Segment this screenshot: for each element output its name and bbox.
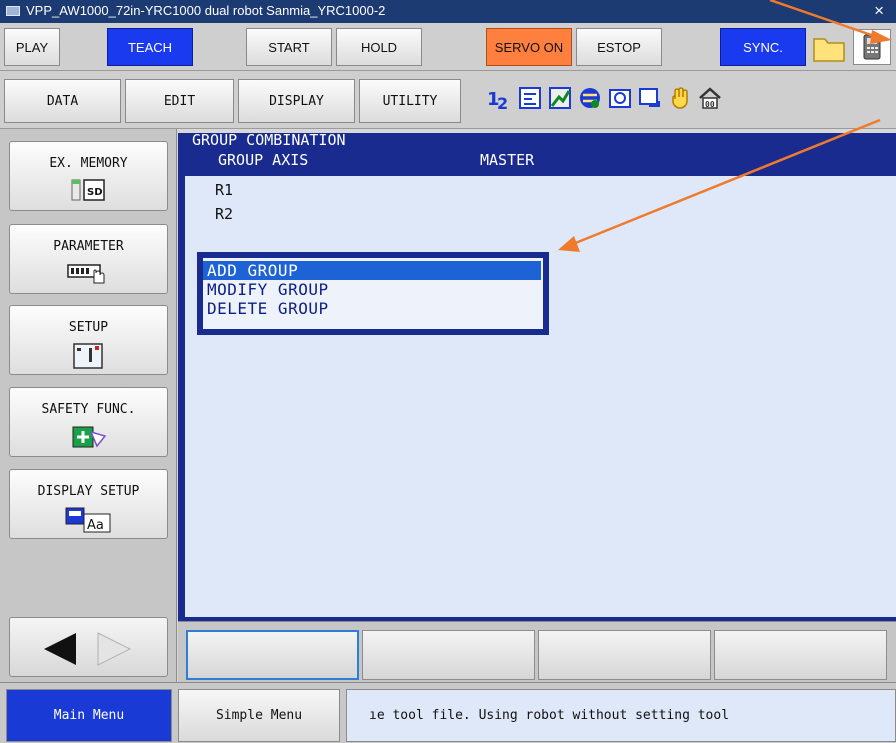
play-button[interactable]: PLAY (4, 28, 60, 66)
display-font-icon: Aa (64, 506, 114, 538)
display-setup-button[interactable]: DISPLAY SETUP Aa (9, 469, 168, 539)
servo-on-button[interactable]: SERVO ON (486, 28, 572, 66)
main-menu-button[interactable]: Main Menu (6, 689, 172, 742)
status-bar: Main Menu Simple Menu ıe tool file. Usin… (0, 682, 896, 743)
hand-icon[interactable] (666, 83, 694, 113)
function-key-2[interactable] (362, 630, 535, 680)
parameter-label: PARAMETER (53, 239, 124, 254)
column-header-group-axis: GROUP AXIS (218, 151, 309, 169)
svg-text:2: 2 (497, 94, 508, 112)
document-edit-icon[interactable] (516, 83, 544, 113)
close-icon[interactable]: × (874, 1, 884, 21)
setup-panel-icon (71, 342, 107, 374)
simple-menu-button[interactable]: Simple Menu (178, 689, 340, 742)
svg-text:SD: SD (87, 187, 103, 198)
parameter-button[interactable]: PARAMETER (9, 224, 168, 294)
data-menu-button[interactable]: DATA (4, 79, 121, 123)
function-key-3[interactable] (538, 630, 711, 680)
utility-menu-button[interactable]: UTILITY (359, 79, 461, 123)
sd-card-icon: SD (66, 178, 112, 206)
safety-func-button[interactable]: SAFETY FUNC. (9, 387, 168, 457)
ex-memory-label: EX. MEMORY (49, 156, 128, 171)
next-arrow-icon[interactable] (94, 631, 134, 672)
modify-group-item[interactable]: MODIFY GROUP (203, 280, 541, 299)
status-message: ıe tool file. Using robot without settin… (346, 689, 896, 742)
parameter-hand-icon (66, 261, 112, 291)
function-key-bar (178, 621, 896, 682)
delete-group-item[interactable]: DELETE GROUP (203, 299, 541, 318)
ex-memory-button[interactable]: EX. MEMORY SD (9, 141, 168, 211)
svg-text:00: 00 (705, 100, 715, 109)
display-menu-button[interactable]: DISPLAY (238, 79, 355, 123)
main-menu-toolbar: DATA EDIT DISPLAY UTILITY 12 00 (0, 71, 896, 129)
folder-icon[interactable] (811, 29, 847, 65)
svg-text:Aa: Aa (87, 518, 104, 533)
one-two-icon[interactable]: 12 (486, 83, 514, 113)
setup-label: SETUP (68, 320, 109, 335)
display-setup-label: DISPLAY SETUP (37, 484, 140, 499)
chart-icon[interactable] (546, 83, 574, 113)
safety-func-label: SAFETY FUNC. (41, 402, 136, 417)
group-list-area: R1 R2 (185, 176, 896, 617)
page-title: GROUP COMBINATION (192, 131, 346, 149)
add-group-item[interactable]: ADD GROUP (203, 261, 541, 280)
group-edit-popup: ADD GROUP MODIFY GROUP DELETE GROUP (197, 252, 549, 335)
page-nav (9, 617, 168, 677)
camera-icon[interactable] (606, 83, 634, 113)
edit-menu-button[interactable]: EDIT (125, 79, 234, 123)
column-header-master: MASTER (480, 151, 535, 169)
function-key-4[interactable] (714, 630, 887, 680)
group-row-r2[interactable]: R2 (215, 205, 233, 223)
safety-plus-icon (69, 424, 109, 454)
estop-button[interactable]: ESTOP (576, 28, 662, 66)
popup-list: ADD GROUP MODIFY GROUP DELETE GROUP (203, 258, 543, 329)
window-title: VPP_AW1000_72in-YRC1000 dual robot Sanmi… (26, 3, 386, 18)
setup-button[interactable]: SETUP (9, 305, 168, 375)
home-icon[interactable]: 00 (696, 83, 724, 113)
start-button[interactable]: START (246, 28, 332, 66)
prev-arrow-icon[interactable] (40, 631, 80, 672)
monitor-arrow-icon[interactable] (636, 83, 664, 113)
side-menu: EX. MEMORY SD PARAMETER SETUP SAFETY FUN… (0, 129, 177, 682)
function-key-1[interactable] (186, 630, 359, 680)
hold-button[interactable]: HOLD (336, 28, 422, 66)
app-icon (6, 6, 20, 16)
window-title-bar: VPP_AW1000_72in-YRC1000 dual robot Sanmi… (0, 0, 896, 23)
group-row-r1[interactable]: R1 (215, 181, 233, 199)
pendant-icon[interactable] (853, 29, 891, 65)
teach-button[interactable]: TEACH (107, 28, 193, 66)
mode-toolbar: PLAY TEACH START HOLD SERVO ON ESTOP SYN… (0, 23, 896, 71)
sync-button[interactable]: SYNC. (720, 28, 806, 66)
globe-tool-icon[interactable] (576, 83, 604, 113)
group-combination-panel: GROUP COMBINATION GROUP AXIS MASTER R1 R… (178, 131, 896, 621)
